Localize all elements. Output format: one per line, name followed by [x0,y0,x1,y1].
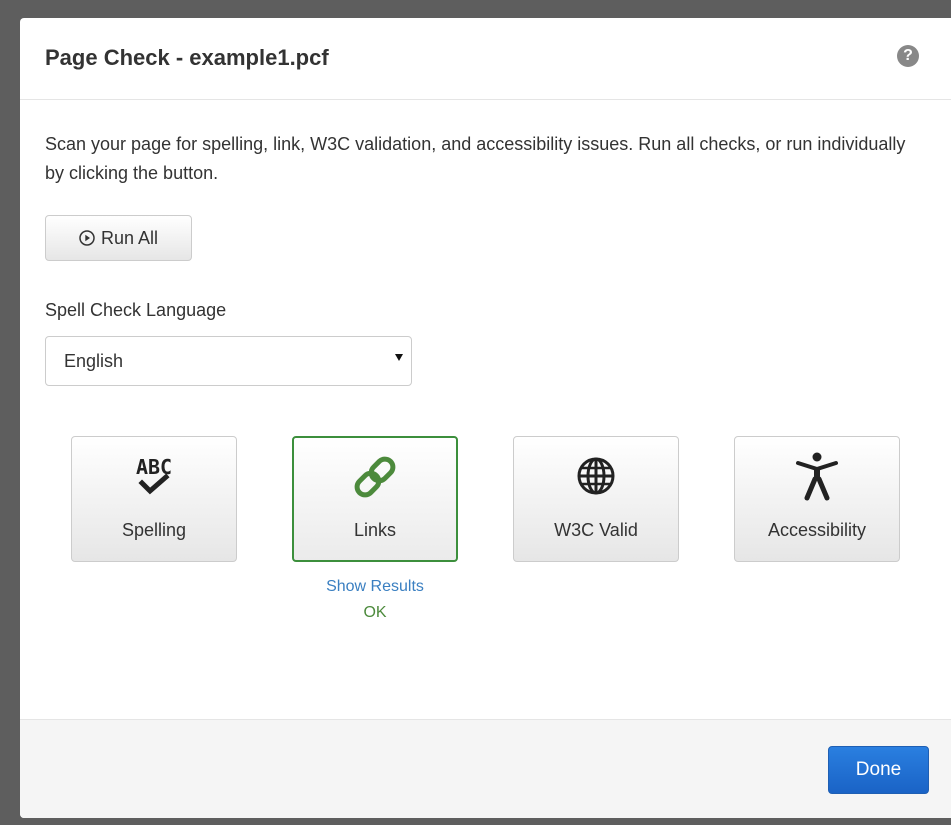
page-check-dialog: Page Check - example1.pcf ? Scan your pa… [20,18,951,818]
globe-icon [577,457,615,495]
w3c-check-button[interactable]: W3C Valid [513,436,679,562]
spell-language-value: English [64,350,124,371]
dialog-description: Scan your page for spelling, link, W3C v… [45,134,906,183]
run-all-label: Run All [100,227,159,248]
links-check-button[interactable]: Links [292,436,458,562]
dialog-body: Scan your page for spelling, link, W3C v… [20,100,951,720]
accessibility-icon [796,452,838,501]
w3c-label: W3C Valid [554,520,638,540]
chevron-down-icon [395,354,403,361]
spell-language-select[interactable]: English [45,336,412,386]
links-show-results-link[interactable]: Show Results [292,578,458,596]
play-circle-icon [79,230,95,246]
link-icon [354,456,396,498]
accessibility-label: Accessibility [767,520,867,540]
dialog-title: Page Check - example1.pcf [45,45,329,70]
spelling-check-button[interactable]: ABC Spelling [71,436,237,562]
links-status-text: OK [363,604,387,621]
help-icon[interactable]: ? [897,45,919,67]
run-all-button[interactable]: Run All [45,215,192,261]
dialog-footer: Done [20,719,951,818]
done-button[interactable]: Done [828,746,929,794]
spelling-label: Spelling [121,520,187,540]
links-label: Links [353,520,397,540]
accessibility-check-button[interactable]: Accessibility [734,436,900,562]
abc-check-icon: ABC [136,455,172,495]
dialog-header: Page Check - example1.pcf ? [20,18,951,100]
spell-language-label: Spell Check Language [45,300,227,320]
